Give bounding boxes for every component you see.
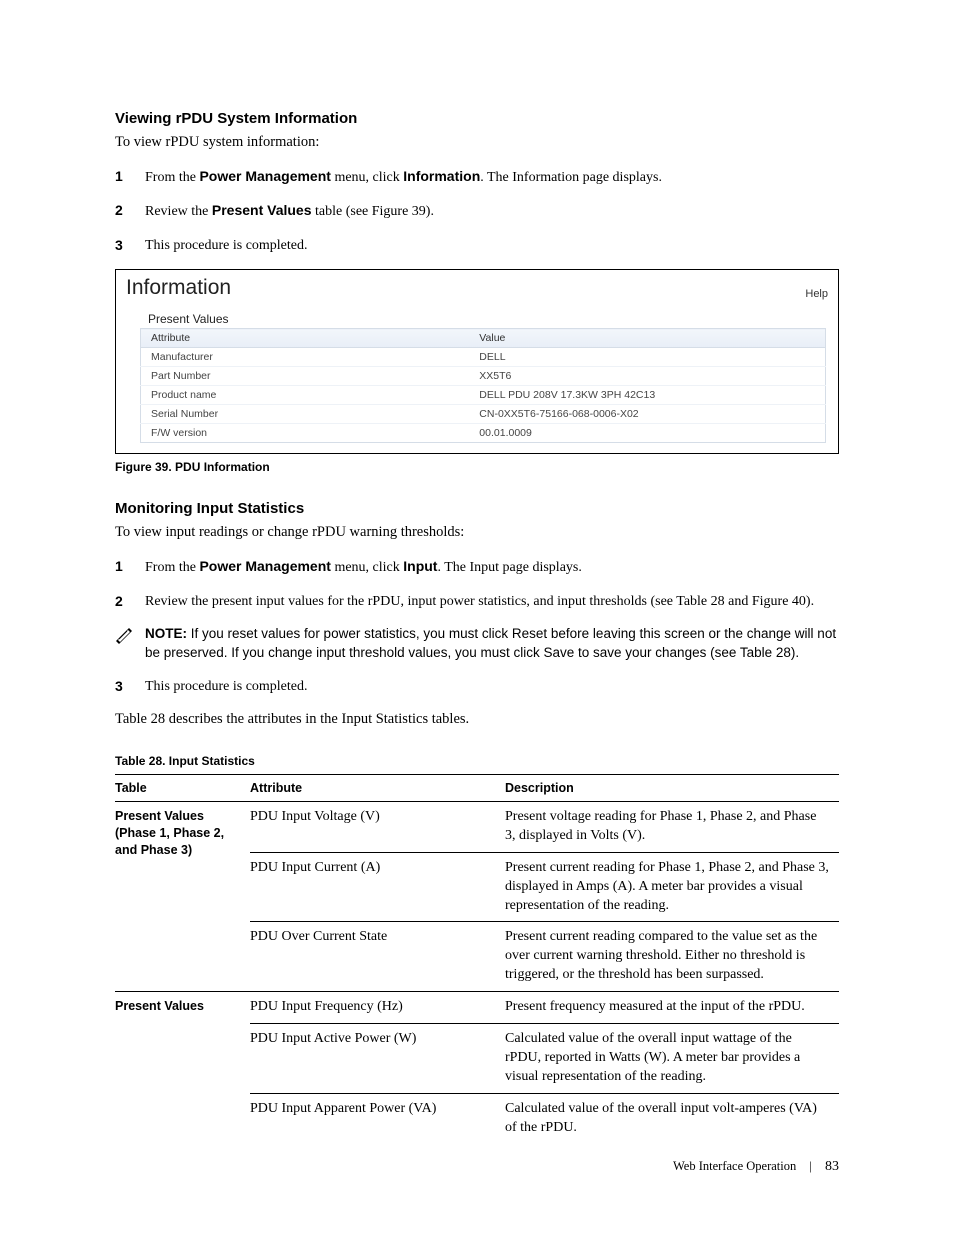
attr-cell: PDU Input Frequency (Hz) [250,992,505,1024]
page-footer: Web Interface Operation | 83 [673,1159,839,1175]
desc-cell: Present current reading compared to the … [505,922,839,992]
table-row: ManufacturerDELL [141,348,826,367]
intro-1: To view rPDU system information: [115,133,839,153]
attr-cell: PDU Input Apparent Power (VA) [250,1093,505,1143]
page-number: 83 [825,1159,839,1174]
table-lead: Table 28 describes the attributes in the… [115,710,839,730]
desc-cell: Calculated value of the overall input vo… [505,1093,839,1143]
table-row: Product nameDELL PDU 208V 17.3KW 3PH 42C… [141,386,826,405]
table-row: Serial NumberCN-0XX5T6-75166-068-0006-X0… [141,405,826,424]
attr-cell: PDU Over Current State [250,922,505,992]
step-body: From the Power Management menu, click In… [145,167,839,188]
step-num: 1 [115,167,145,188]
figure-39: Information Help Present Values Attribut… [115,269,839,454]
panel-section: Present Values [148,312,826,326]
table-caption: Table 28. Input Statistics [115,754,839,768]
desc-cell: Calculated value of the overall input wa… [505,1024,839,1094]
step-num: 2 [115,592,145,612]
group-label: Present Values [115,992,250,1144]
figure-caption: Figure 39. PDU Information [115,460,839,474]
group-label: Present Values (Phase 1, Phase 2, and Ph… [115,802,250,992]
step-body: This procedure is completed. [145,677,839,697]
table-row: F/W version00.01.0009 [141,424,826,443]
col-value: Value [469,329,825,348]
heading-monitoring: Monitoring Input Statistics [115,500,839,517]
desc-cell: Present current reading for Phase 1, Pha… [505,852,839,922]
help-link[interactable]: Help [805,288,828,300]
th-attribute: Attribute [250,775,505,802]
intro-2: To view input readings or change rPDU wa… [115,523,839,543]
desc-cell: Present frequency measured at the input … [505,992,839,1024]
note-label: NOTE: [145,626,191,641]
table-28: Table Attribute Description Present Valu… [115,774,839,1143]
step-body: From the Power Management menu, click In… [145,557,839,578]
step-num: 1 [115,557,145,578]
step-num: 2 [115,201,145,222]
attr-cell: PDU Input Current (A) [250,852,505,922]
attr-cell: PDU Input Active Power (W) [250,1024,505,1094]
th-description: Description [505,775,839,802]
attr-cell: PDU Input Voltage (V) [250,802,505,853]
step-body: Review the present input values for the … [145,592,839,612]
step-body: This procedure is completed. [145,236,839,256]
footer-section: Web Interface Operation [673,1159,796,1173]
present-values-table: Attribute Value ManufacturerDELL Part Nu… [140,328,826,443]
note-icon [115,625,145,663]
steps-2b: 3 This procedure is completed. [115,677,839,697]
steps-2a: 1 From the Power Management menu, click … [115,557,839,611]
table-row: Part NumberXX5T6 [141,367,826,386]
steps-1: 1 From the Power Management menu, click … [115,167,839,256]
step-body: Review the Present Values table (see Fig… [145,201,839,222]
col-attribute: Attribute [141,329,470,348]
heading-viewing: Viewing rPDU System Information [115,110,839,127]
desc-cell: Present voltage reading for Phase 1, Pha… [505,802,839,853]
panel-title: Information [126,276,231,300]
step-num: 3 [115,677,145,697]
note-block: NOTE: If you reset values for power stat… [115,625,839,663]
th-table: Table [115,775,250,802]
step-num: 3 [115,236,145,256]
